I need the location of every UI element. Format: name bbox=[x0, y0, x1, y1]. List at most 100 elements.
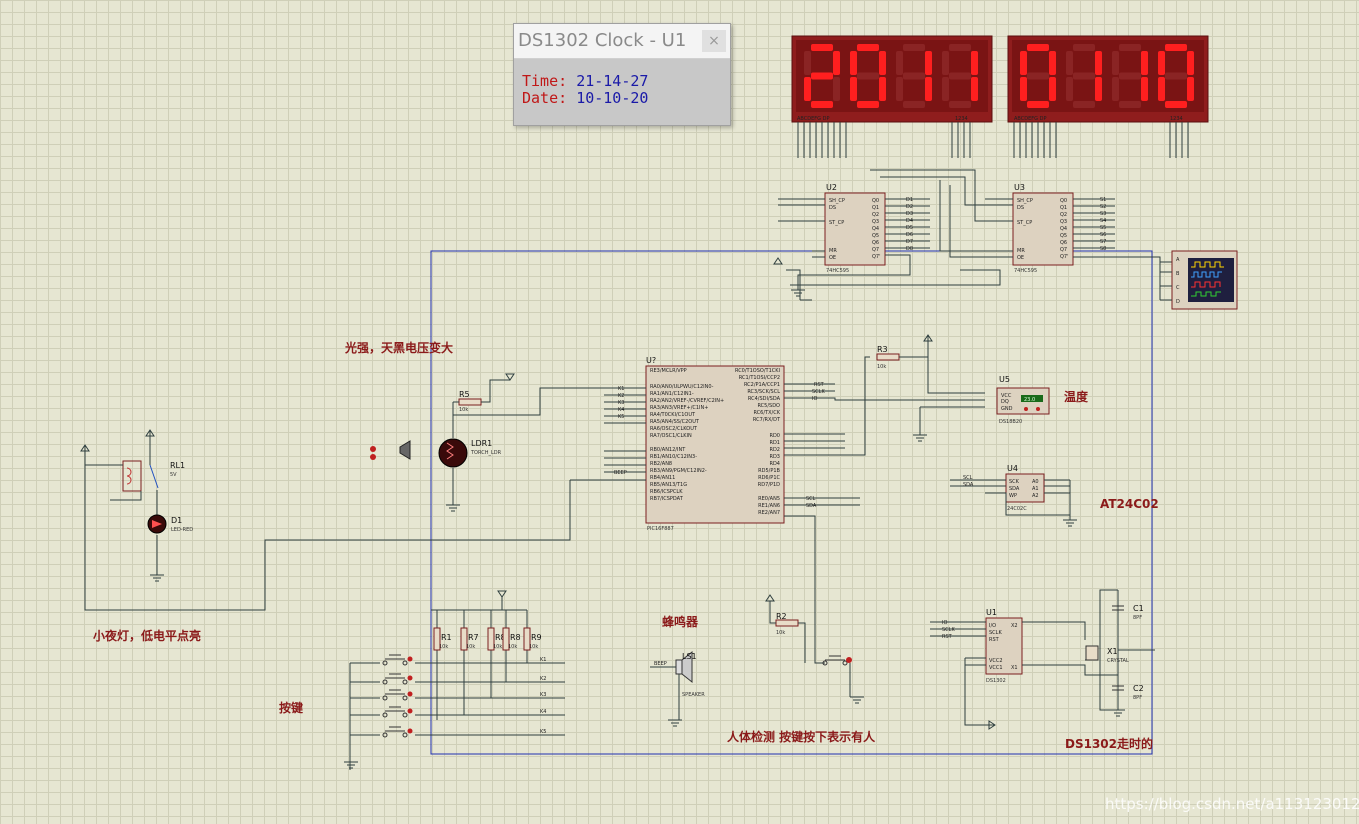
ds1302-clock-window[interactable]: DS1302 Clock - U1 × Time: 21-14-27 Date:… bbox=[513, 23, 731, 126]
display-right-digit-2-seg-f bbox=[1066, 51, 1073, 75]
key-resistor-val-1: 10k bbox=[439, 644, 448, 650]
seven-seg-display-right[interactable]: ABCDEFG DP 1234 bbox=[1007, 35, 1209, 123]
net-beep-speaker: BEEP bbox=[654, 661, 667, 667]
resistor-r3[interactable]: R3 10k bbox=[876, 345, 900, 370]
net-key-3: K3 bbox=[540, 692, 546, 698]
net-sda-mcu: SDA bbox=[806, 503, 817, 509]
capacitor-c2[interactable]: C2 8PF bbox=[1112, 684, 1144, 701]
u3-pin-q5: Q5 bbox=[1060, 233, 1067, 239]
key-resistor-2[interactable]: R710k bbox=[460, 627, 479, 651]
eeprom-u4[interactable]: U4 24C02C SCK SDA WP A0 A1 A2 bbox=[1005, 464, 1045, 512]
r2-val: 10k bbox=[776, 630, 785, 636]
display-right-digit-1-seg-e bbox=[1020, 77, 1027, 101]
u3-net-s2: S2 bbox=[1100, 204, 1106, 210]
display-left-digit-4-seg-a bbox=[949, 44, 971, 51]
u3-net-s1: S1 bbox=[1100, 197, 1106, 203]
display-left-digit-pins: 1234 bbox=[955, 116, 968, 122]
shift-register-u2[interactable]: U2 74HC595 SH_CP DS ST_CP MR OE Q0Q1Q2Q3… bbox=[824, 183, 886, 274]
c2-ref: C2 bbox=[1133, 684, 1144, 693]
display-left-digit-4-seg-f bbox=[942, 51, 949, 75]
mcu-pin-left-4: RA2/AN2/VREF-/CVREF/C2IN+ bbox=[650, 398, 724, 404]
key-button-1[interactable] bbox=[382, 654, 413, 666]
display-right-digit-1-seg-f bbox=[1020, 51, 1027, 75]
u4-pin-sda: SDA bbox=[1009, 486, 1020, 492]
speaker-ls1[interactable]: LS1 SPEAKER bbox=[675, 650, 705, 698]
key-button-5[interactable] bbox=[382, 726, 413, 738]
u2-pin-q3: Q3 bbox=[872, 219, 879, 225]
r3-val: 10k bbox=[877, 364, 886, 370]
mcu-pin-left-6: RA4/T0CKI/C1OUT bbox=[650, 412, 696, 418]
u3-net-s5: S5 bbox=[1100, 225, 1106, 231]
key-resistor-ref-5: R9 bbox=[531, 633, 542, 642]
u3-net-s6: S6 bbox=[1100, 232, 1106, 238]
mcu-pin-right-14: RD5/P1B bbox=[758, 468, 780, 474]
seven-seg-display-left[interactable]: ABCDEFG DP 1234 bbox=[791, 35, 993, 123]
u2-pin-q2: Q2 bbox=[872, 212, 879, 218]
u1-pin-x1: X1 bbox=[1011, 665, 1018, 671]
scope-pin-b: B bbox=[1176, 271, 1180, 277]
capacitor-c1[interactable]: C1 8PF bbox=[1112, 604, 1144, 621]
u5-type: DS18B20 bbox=[999, 419, 1022, 425]
u3-net-s8: S8 bbox=[1100, 246, 1106, 252]
mcu-pic16f887[interactable]: U? PIC16F887 RE3/MCLR/VPP RA0/AN0/ULPWU/C… bbox=[645, 356, 785, 532]
display-right-digit-1-seg-c bbox=[1049, 77, 1056, 101]
display-left-digit-4-seg-d bbox=[949, 101, 971, 108]
mcu-pin-right-5: RC4/SDI/SDA bbox=[748, 396, 781, 402]
rtc-u1[interactable]: U1 DS1302 I/O SCLK RST VCC2 VCC1 X2 X1 bbox=[985, 608, 1023, 684]
u4-type: 24C02C bbox=[1007, 506, 1027, 512]
display-left-digit-1-seg-f bbox=[804, 51, 811, 75]
crystal-x1[interactable]: X1 CRYSTAL bbox=[1085, 645, 1129, 664]
mcu-pin-right-4: RC3/SCK/SCL bbox=[747, 389, 780, 395]
u2-pin-q5: Q5 bbox=[872, 233, 879, 239]
display-left-digit-4-seg-e bbox=[942, 77, 949, 101]
mcu-pin-right-3: RC2/P1A/CCP1 bbox=[744, 382, 780, 388]
display-right-digit-1-seg-a bbox=[1027, 44, 1049, 51]
u3-pin-q1: Q1 bbox=[1060, 205, 1067, 211]
popup-titlebar[interactable]: DS1302 Clock - U1 × bbox=[514, 24, 730, 59]
u3-pin-stcp: ST_CP bbox=[1017, 220, 1032, 226]
mcu-pin-right-2: RC1/T1OSI/CCP2 bbox=[739, 375, 780, 381]
key-button-3[interactable] bbox=[382, 689, 413, 701]
resistor-r5[interactable]: R5 10k bbox=[458, 390, 482, 413]
torch-icon[interactable] bbox=[370, 440, 411, 460]
net-sclk-mcu: SCLK bbox=[812, 389, 825, 395]
u2-type: 74HC595 bbox=[826, 268, 849, 274]
ldr-type: TORCH_LDR bbox=[470, 450, 502, 456]
display-left-digit-3-seg-c bbox=[925, 77, 932, 101]
oscilloscope[interactable]: A B C D bbox=[1171, 250, 1238, 310]
key-resistor-4[interactable]: R810k bbox=[502, 627, 521, 651]
key-button-2[interactable] bbox=[382, 673, 413, 685]
u4-pin-a2: A2 bbox=[1032, 493, 1039, 499]
display-right-digit-3-seg-f bbox=[1112, 51, 1119, 75]
mcu-pin-right-19: RE2/AN7 bbox=[758, 510, 780, 516]
relay-rl1[interactable]: RL1 5V bbox=[122, 460, 185, 492]
key-resistor-5[interactable]: R910k bbox=[523, 627, 542, 651]
display-right-digit-4-seg-a bbox=[1165, 44, 1187, 51]
display-left-digit-2-seg-e bbox=[850, 77, 857, 101]
u4-ref: U4 bbox=[1007, 464, 1018, 473]
led-d1[interactable]: D1 LED-RED bbox=[147, 514, 193, 534]
u1-pin-sclk: SCLK bbox=[989, 630, 1002, 636]
temperature-sensor-u5[interactable]: 23.0 U5 DS18B20 VCC DQ GND bbox=[996, 375, 1050, 425]
power-ground-symbols bbox=[80, 257, 1125, 769]
u5-ref: U5 bbox=[999, 375, 1010, 384]
c2-val: 8PF bbox=[1133, 695, 1142, 701]
display-right-digit-4-seg-g bbox=[1165, 72, 1187, 80]
u3-pin-q0: Q0 bbox=[1060, 198, 1067, 204]
u1-pin-vcc2: VCC2 bbox=[989, 658, 1003, 664]
mcu-pin-right-15: RD6/P1C bbox=[758, 475, 780, 481]
mcu-pin-right-1: RC0/T1OSO/T1CKI bbox=[735, 368, 780, 374]
mcu-pin-right-13: RD4 bbox=[769, 461, 780, 467]
r5-val: 10k bbox=[459, 407, 468, 413]
ldr-sensor[interactable]: LDR1 TORCH_LDR bbox=[438, 438, 502, 468]
human-detect-button[interactable] bbox=[822, 655, 852, 666]
date-value: 10-10-20 bbox=[576, 89, 649, 107]
u2-pin-q7p: Q7' bbox=[872, 254, 881, 260]
u1-pin-vcc1: VCC1 bbox=[989, 665, 1003, 671]
net-key-1: K1 bbox=[540, 657, 546, 663]
key-resistor-1[interactable]: R110k bbox=[433, 627, 452, 651]
key-button-4[interactable] bbox=[382, 706, 413, 718]
resistor-r2[interactable]: R2 10k bbox=[775, 612, 799, 636]
close-button[interactable]: × bbox=[702, 30, 726, 52]
net-rst-u1: RST bbox=[942, 634, 953, 640]
